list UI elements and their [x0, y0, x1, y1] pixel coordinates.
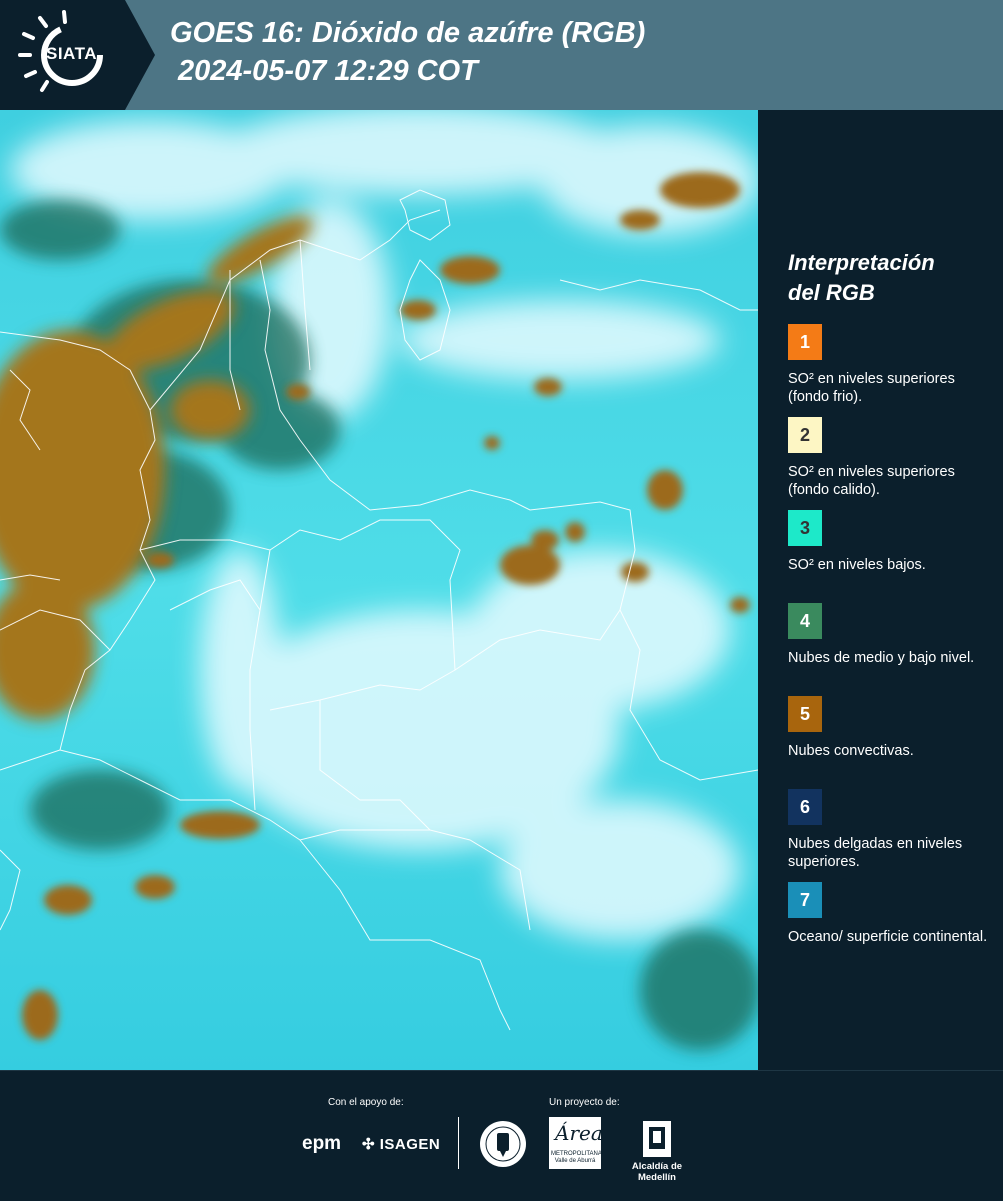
support-label: Con el apoyo de: [328, 1097, 404, 1108]
alcaldia-logo: Alcaldía de Medellín [612, 1119, 702, 1183]
legend-item-2: 2 SO² en niveles superiores (fondo calid… [788, 417, 988, 510]
legend-text: Oceano/ superficie continental. [788, 929, 988, 945]
legend-swatch: 7 [788, 882, 822, 918]
medellin-seal-icon [480, 1121, 526, 1167]
legend-item-5: 5 Nubes convectivas. [788, 696, 988, 789]
legend-swatch: 2 [788, 417, 822, 453]
isagen-icon: ✣ [362, 1136, 376, 1153]
legend-item-4: 4 Nubes de medio y bajo nivel. [788, 603, 988, 696]
legend-number: 7 [799, 889, 810, 910]
area-logo-text: Área [555, 1121, 603, 1145]
footer-divider [458, 1117, 459, 1169]
area-logo-sub: METROPOLITANA Valle de Aburrá [551, 1151, 602, 1164]
satellite-map[interactable] [0, 110, 758, 1070]
legend-title: Interpretación del RGB [788, 248, 988, 308]
legend-swatch: 4 [788, 603, 822, 639]
legend-item-6: 6 Nubes delgadas en niveles superiores. [788, 789, 988, 882]
alcaldia-text: Alcaldía de Medellín [631, 1161, 683, 1183]
legend-title-line2: del RGB [788, 280, 875, 305]
legend-text: SO² en niveles superiores (fondo calido)… [788, 464, 955, 498]
siata-logo: SIATA [0, 0, 155, 110]
legend-title-line1: Interpretación [788, 250, 935, 275]
epm-logo: epm [302, 1133, 342, 1154]
legend-swatch: 6 [788, 789, 822, 825]
legend-number: 5 [799, 703, 810, 724]
alcaldia-shield-icon [643, 1121, 671, 1157]
page-title: GOES 16: Dióxido de azúfre (RGB) [170, 17, 646, 49]
legend-item-1: 1 SO² en niveles superiores (fondo frio)… [788, 324, 988, 417]
legend-number: 2 [799, 424, 810, 445]
footer: Con el apoyo de: Un proyecto de: epm ✣ I… [0, 1070, 1003, 1201]
logo-text: SIATA [46, 44, 97, 63]
legend-panel: Interpretación del RGB 1 SO² en niveles … [788, 248, 988, 975]
legend-number: 4 [799, 610, 810, 631]
area-metropolitana-logo: Área METROPOLITANA Valle de Aburrá [549, 1117, 603, 1169]
header-bar: SIATA GOES 16: Dióxido de azúfre (RGB) 2… [0, 0, 1003, 110]
legend-text: SO² en niveles bajos. [788, 557, 926, 573]
timestamp-title: 2024-05-07 12:29 COT [178, 55, 478, 87]
isagen-logo: ✣ ISAGEN [362, 1135, 440, 1153]
legend-item-3: 3 SO² en niveles bajos. [788, 510, 988, 603]
legend-number: 6 [799, 796, 810, 817]
legend-number: 3 [799, 517, 810, 538]
legend-text: Nubes de medio y bajo nivel. [788, 650, 975, 666]
satellite-image [0, 110, 758, 1070]
isagen-text: ISAGEN [379, 1136, 441, 1153]
legend-text: SO² en niveles superiores (fondo frio). [788, 371, 955, 405]
legend-swatch: 5 [788, 696, 822, 732]
legend-swatch: 3 [788, 510, 822, 546]
legend-text: Nubes convectivas. [788, 743, 914, 759]
legend-number: 1 [799, 331, 810, 352]
legend-text: Nubes delgadas en niveles superiores. [788, 836, 963, 870]
project-label: Un proyecto de: [549, 1097, 620, 1108]
legend-item-7: 7 Oceano/ superficie continental. [788, 882, 988, 975]
legend-swatch: 1 [788, 324, 822, 360]
